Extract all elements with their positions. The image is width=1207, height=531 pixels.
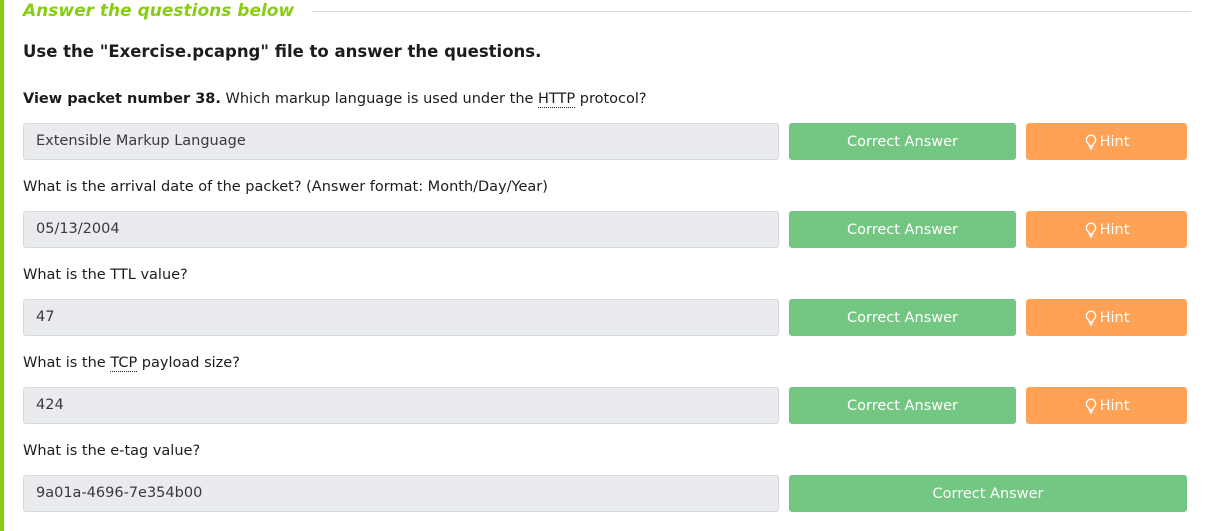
lightbulb-icon bbox=[1085, 310, 1096, 326]
hint-label-1: Hint bbox=[1099, 133, 1130, 150]
question-4-text-before: What is the bbox=[23, 355, 111, 371]
correct-answer-button-1[interactable]: Correct Answer bbox=[789, 123, 1016, 160]
hint-button-2[interactable]: Hint bbox=[1026, 211, 1187, 248]
answer-field-2[interactable]: 05/13/2004 bbox=[23, 211, 779, 248]
task-panel: Answer the questions below Use the "Exer… bbox=[0, 0, 1207, 531]
hint-button-1[interactable]: Hint bbox=[1026, 123, 1187, 160]
correct-answer-button-5[interactable]: Correct Answer bbox=[789, 475, 1187, 512]
answer-field-1[interactable]: Extensible Markup Language bbox=[23, 123, 779, 160]
answer-field-3[interactable]: 47 bbox=[23, 299, 779, 336]
correct-answer-button-2[interactable]: Correct Answer bbox=[789, 211, 1016, 248]
hint-label-2: Hint bbox=[1099, 221, 1130, 238]
correct-answer-label-5: Correct Answer bbox=[932, 485, 1044, 502]
answer-field-4[interactable]: 424 bbox=[23, 387, 779, 424]
instruction-text: Use the "Exercise.pcapng" file to answer… bbox=[23, 42, 542, 61]
correct-answer-button-4[interactable]: Correct Answer bbox=[789, 387, 1016, 424]
lightbulb-icon bbox=[1085, 134, 1096, 150]
section-divider bbox=[312, 10, 1191, 12]
correct-answer-label-2: Correct Answer bbox=[847, 221, 958, 238]
question-5: What is the e-tag value? bbox=[23, 443, 201, 459]
answer-field-5[interactable]: 9a01a-4696-7e354b00 bbox=[23, 475, 779, 512]
question-1: View packet number 38. Which markup lang… bbox=[23, 91, 647, 108]
question-1-abbr: HTTP bbox=[538, 91, 576, 108]
hint-label-3: Hint bbox=[1099, 309, 1130, 326]
section-title: Answer the questions below bbox=[23, 1, 295, 21]
question-4-abbr: TCP bbox=[110, 355, 138, 372]
hint-button-4[interactable]: Hint bbox=[1026, 387, 1187, 424]
question-1-text-before: Which markup language is used under the bbox=[220, 91, 539, 107]
question-4: What is the TCP payload size? bbox=[23, 355, 240, 372]
correct-answer-label-1: Correct Answer bbox=[847, 133, 958, 150]
section-header: Answer the questions below bbox=[23, 0, 1191, 22]
hint-label-4: Hint bbox=[1099, 397, 1130, 414]
lightbulb-icon bbox=[1085, 398, 1096, 414]
correct-answer-label-3: Correct Answer bbox=[847, 309, 958, 326]
hint-button-3[interactable]: Hint bbox=[1026, 299, 1187, 336]
question-4-text-after: payload size? bbox=[137, 355, 240, 371]
question-1-prefix: View packet number 38. bbox=[23, 91, 221, 107]
correct-answer-label-4: Correct Answer bbox=[847, 397, 958, 414]
lightbulb-icon bbox=[1085, 222, 1096, 238]
question-1-text-after: protocol? bbox=[575, 91, 647, 107]
correct-answer-button-3[interactable]: Correct Answer bbox=[789, 299, 1016, 336]
question-3: What is the TTL value? bbox=[23, 267, 188, 283]
question-2: What is the arrival date of the packet? … bbox=[23, 179, 548, 195]
